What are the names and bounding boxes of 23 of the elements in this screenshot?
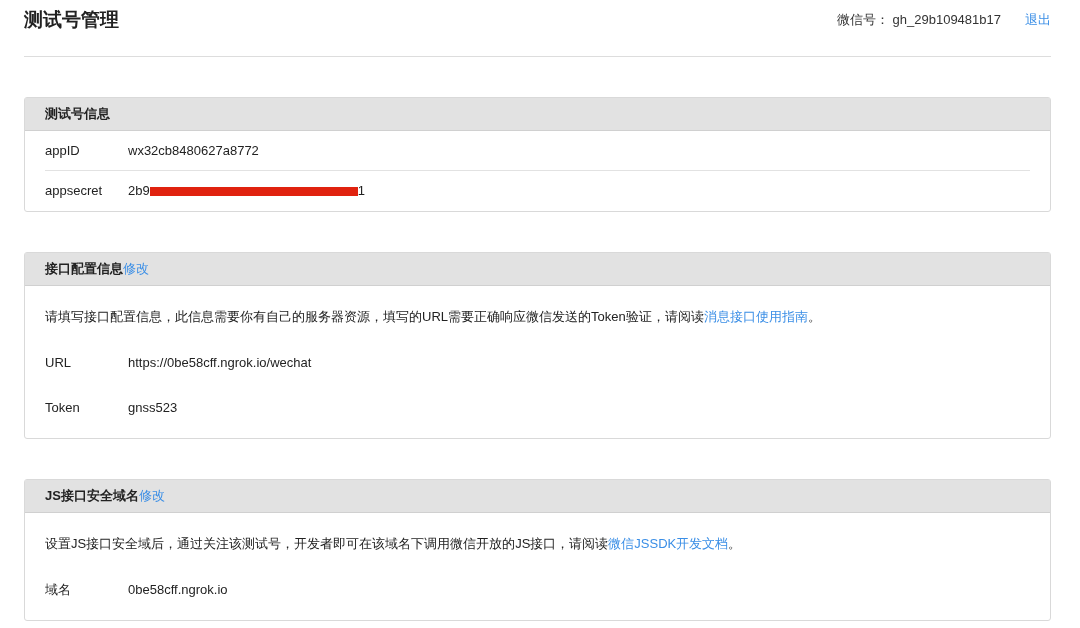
description-text: 请填写接口配置信息，此信息需要你有自己的服务器资源，填写的URL需要正确响应微信发送的Token验证，请阅读消息接口使用指南。	[45, 308, 822, 326]
field-label: URL	[45, 353, 72, 372]
edit-link[interactable]: 修改	[123, 259, 149, 279]
field-value: wx32cb8480627a8772	[128, 141, 259, 160]
edit-link[interactable]: 修改	[138, 486, 165, 506]
doc-link[interactable]: 微信JSSDK开发文档	[608, 536, 729, 551]
account-id: gh_29b109481b17	[892, 11, 1001, 29]
logout-link[interactable]: 退出	[1025, 10, 1051, 30]
field-value: 0be58cff.ngrok.io	[128, 580, 228, 599]
panel-title: 测试号信息	[45, 105, 110, 124]
field-value: gnss523	[128, 398, 178, 417]
doc-link[interactable]: 消息接口使用指南	[703, 309, 808, 324]
panel-title: 接口配置信息	[45, 260, 123, 279]
field-label: appID	[45, 141, 81, 160]
field-label: Token	[45, 398, 81, 417]
account-label: 微信号：	[836, 11, 889, 29]
field-value: 2b9 1	[128, 182, 365, 201]
field-label: 域名	[45, 580, 72, 599]
field-label: appsecret	[45, 182, 104, 201]
description-text: 设置JS接口安全域后，通过关注该测试号，开发者即可在该域名下调用微信开放的JS接口，请阅读微信JSSDK开发文档。	[45, 535, 743, 553]
page-title: 测试号管理	[24, 8, 119, 32]
panel-title: JS接口安全域名	[45, 487, 139, 506]
field-value: https://0be58cff.ngrok.io/wechat	[128, 353, 312, 372]
